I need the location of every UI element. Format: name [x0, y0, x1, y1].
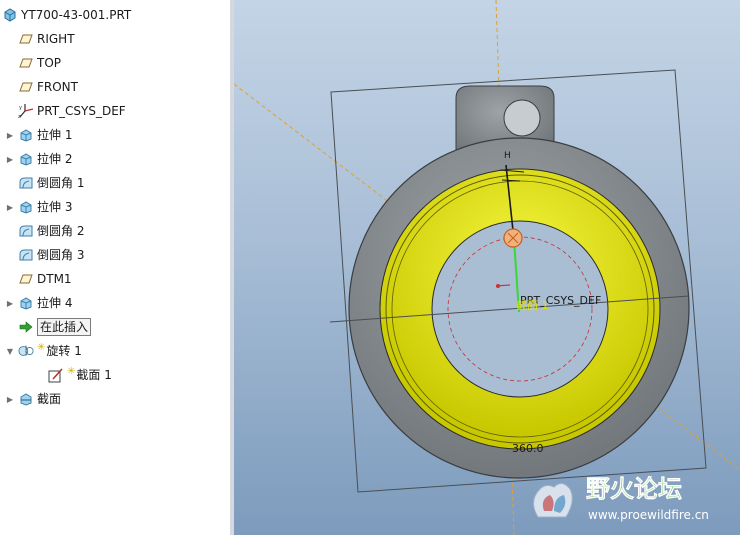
watermark-url: www.proewildfire.cn [588, 508, 709, 522]
revolve-icon [18, 343, 34, 359]
h-constraint-label: H [504, 151, 511, 161]
csys-origin-dot [496, 284, 500, 288]
tree-root[interactable]: YT700-43-001.PRT [2, 3, 131, 27]
tree-item-label: 拉伸 1 [37, 128, 73, 142]
round-icon [18, 223, 34, 239]
expand-triangle-icon[interactable]: ▶ [4, 203, 16, 212]
tree-item-label: 截面 [37, 392, 62, 406]
tree-item-label: RIGHT [37, 32, 75, 46]
datum-plane-icon [18, 271, 34, 287]
modified-star-icon: ✳ [67, 365, 76, 377]
tree-item[interactable]: ▶ 拉伸 1 [4, 123, 73, 147]
tree-item-label: 拉伸 2 [37, 152, 73, 166]
tree-item-label: 拉伸 3 [37, 200, 73, 214]
tree-item-label: 拉伸 4 [37, 296, 73, 310]
round-icon [18, 247, 34, 263]
tree-item-label: 旋转 1 [46, 344, 82, 358]
tree-item-label: 倒圆角 3 [37, 248, 85, 262]
datum-plane-icon [18, 31, 34, 47]
expand-triangle-icon[interactable]: ▶ [4, 155, 16, 164]
tree-item[interactable]: 倒圆角 1 [4, 171, 84, 195]
tree-item[interactable]: DTM1 [4, 267, 72, 291]
sketch-icon [48, 367, 64, 383]
tree-item-label: 倒圆角 2 [37, 224, 85, 238]
svg-text:y: y [19, 105, 22, 111]
tree-item[interactable]: ▼ ✳ 旋转 1 [4, 339, 82, 363]
section-icon [18, 391, 34, 407]
tree-item[interactable]: ▶ 拉伸 2 [4, 147, 73, 171]
tree-item[interactable]: TOP [4, 51, 61, 75]
model-view[interactable]: H PRT_CSYS_DEF 截面 1 360.0 [234, 0, 740, 535]
expand-triangle-icon[interactable]: ▶ [4, 131, 16, 140]
extrude-icon [18, 199, 34, 215]
tree-item-label: FRONT [37, 80, 78, 94]
round-icon [18, 175, 34, 191]
collapse-triangle-icon[interactable]: ▼ [4, 347, 16, 356]
angle-dimension[interactable]: 360.0 [512, 442, 544, 455]
insert-arrow-icon [18, 319, 34, 335]
tree-item-label: 在此插入 [37, 318, 92, 336]
watermark-logo: 野火论坛 www.proewildfire.cn [524, 467, 734, 529]
csys-icon: yz [18, 103, 34, 119]
model-tree: YT700-43-001.PRT RIGHT TOP FRONT y z PRT_CSYS… [0, 0, 231, 535]
tree-item[interactable]: RIGHT [4, 27, 75, 51]
tree-root-label: YT700-43-001.PRT [21, 8, 132, 22]
tree-item[interactable]: ✳ 截面 1 [34, 363, 112, 387]
tree-item[interactable]: ▶ 拉伸 3 [4, 195, 73, 219]
part-icon [2, 7, 18, 23]
tree-item[interactable]: y z PRT_CSYS_DEF [4, 99, 126, 123]
tree-item-label: PRT_CSYS_DEF [37, 104, 126, 118]
extrude-icon [18, 127, 34, 143]
tree-item-label: TOP [37, 56, 62, 70]
tree-item-label: DTM1 [37, 272, 72, 286]
tab-hole [503, 99, 541, 137]
tree-item[interactable]: ▶ 截面 [4, 387, 61, 411]
watermark-title: 野火论坛 [586, 475, 682, 503]
expand-triangle-icon[interactable]: ▶ [4, 299, 16, 308]
section-label: 截面 1 [516, 298, 549, 312]
tree-item[interactable]: 倒圆角 3 [4, 243, 84, 267]
extrude-icon [18, 295, 34, 311]
tree-item[interactable]: FRONT [4, 75, 78, 99]
datum-plane-icon [18, 55, 34, 71]
tree-item[interactable]: ▶ 拉伸 4 [4, 291, 73, 315]
tree-item[interactable]: 在此插入 [4, 315, 92, 339]
svg-text:z: z [18, 114, 21, 119]
modified-star-icon: ✳ [37, 341, 46, 353]
expand-triangle-icon[interactable]: ▶ [4, 395, 16, 404]
tree-item-label: 倒圆角 1 [37, 176, 85, 190]
datum-plane-icon [18, 79, 34, 95]
flame-logo-icon [533, 483, 573, 518]
extrude-icon [18, 151, 34, 167]
graphics-viewport[interactable]: H PRT_CSYS_DEF 截面 1 360.0 野火论坛 www.proew… [234, 0, 740, 535]
tree-item[interactable]: 倒圆角 2 [4, 219, 84, 243]
tree-item-label: 截面 1 [76, 368, 112, 382]
